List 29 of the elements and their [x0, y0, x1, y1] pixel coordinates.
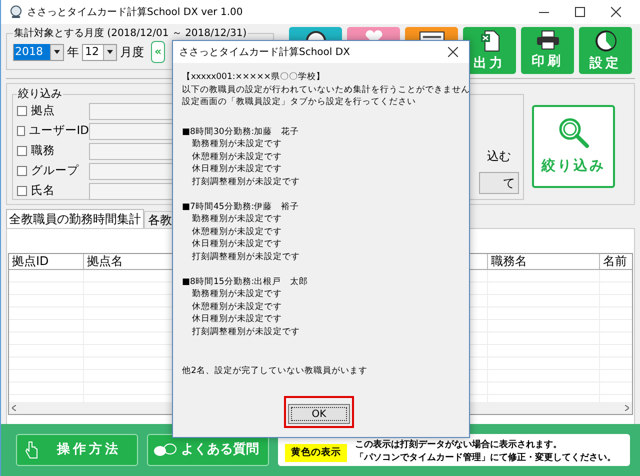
message-line: 打刻調整種別が未設定です	[191, 326, 300, 338]
staff-heading: ■8時間30分勤務:加藤 花子	[182, 126, 300, 138]
message-line: 【xxxxx001:×××××県〇〇学校】	[182, 71, 325, 84]
message-line: 以下の教職員の設定が行われていないため集計を行うことができません	[182, 84, 469, 96]
message-line: 休憩種別が未設定です	[191, 300, 282, 313]
message-line: 勤務種別が未設定です	[191, 213, 282, 226]
staff-heading: ■7時間45分勤務:伊藤 裕子	[182, 200, 300, 213]
staff-heading: ■8時間15分勤務:出根戸 太郎	[182, 276, 308, 288]
option-label-fragment: 込む	[487, 148, 512, 164]
message-line: 休憩種別が未設定です	[191, 226, 282, 238]
legend-text: 「パソコンでタイムカード管理」にて修正・変更してください。	[355, 452, 616, 464]
message-line: 打刻調整種別が未設定です	[191, 176, 300, 188]
message-line: 設定画面の「教職員設定」タブから設定を行ってください	[182, 96, 416, 108]
message-line: 休憩種別が未設定です	[191, 150, 282, 163]
legend-text: この表示は打刻データがない場合に表示されます。	[355, 439, 563, 452]
filter-legend: 絞り込み	[17, 86, 63, 102]
month-unit: 月度	[120, 44, 144, 61]
window-title: ささっとタイムカード計算School DX ver 1.00	[27, 6, 243, 20]
legend-tag: 黄色の表示	[285, 444, 347, 462]
period-legend: 集計対象とする月度 (2018/12/01 ～ 2018/12/31)	[13, 26, 248, 41]
message-line: 休日種別が未設定です	[191, 238, 282, 250]
message-line: 勤務種別が未設定です	[191, 288, 282, 300]
dialog-title: ささっとタイムカード計算School DX	[179, 46, 350, 60]
message-line: 勤務種別が未設定です	[191, 138, 282, 150]
year-unit: 年	[67, 44, 79, 61]
message-footer: 他2名、設定が完了していない教職員がいます	[182, 365, 368, 378]
message-line: 打刻調整種別が未設定です	[191, 250, 300, 263]
message-line: 休日種別が未設定です	[191, 163, 282, 176]
message-line: 休日種別が未設定です	[191, 313, 282, 326]
